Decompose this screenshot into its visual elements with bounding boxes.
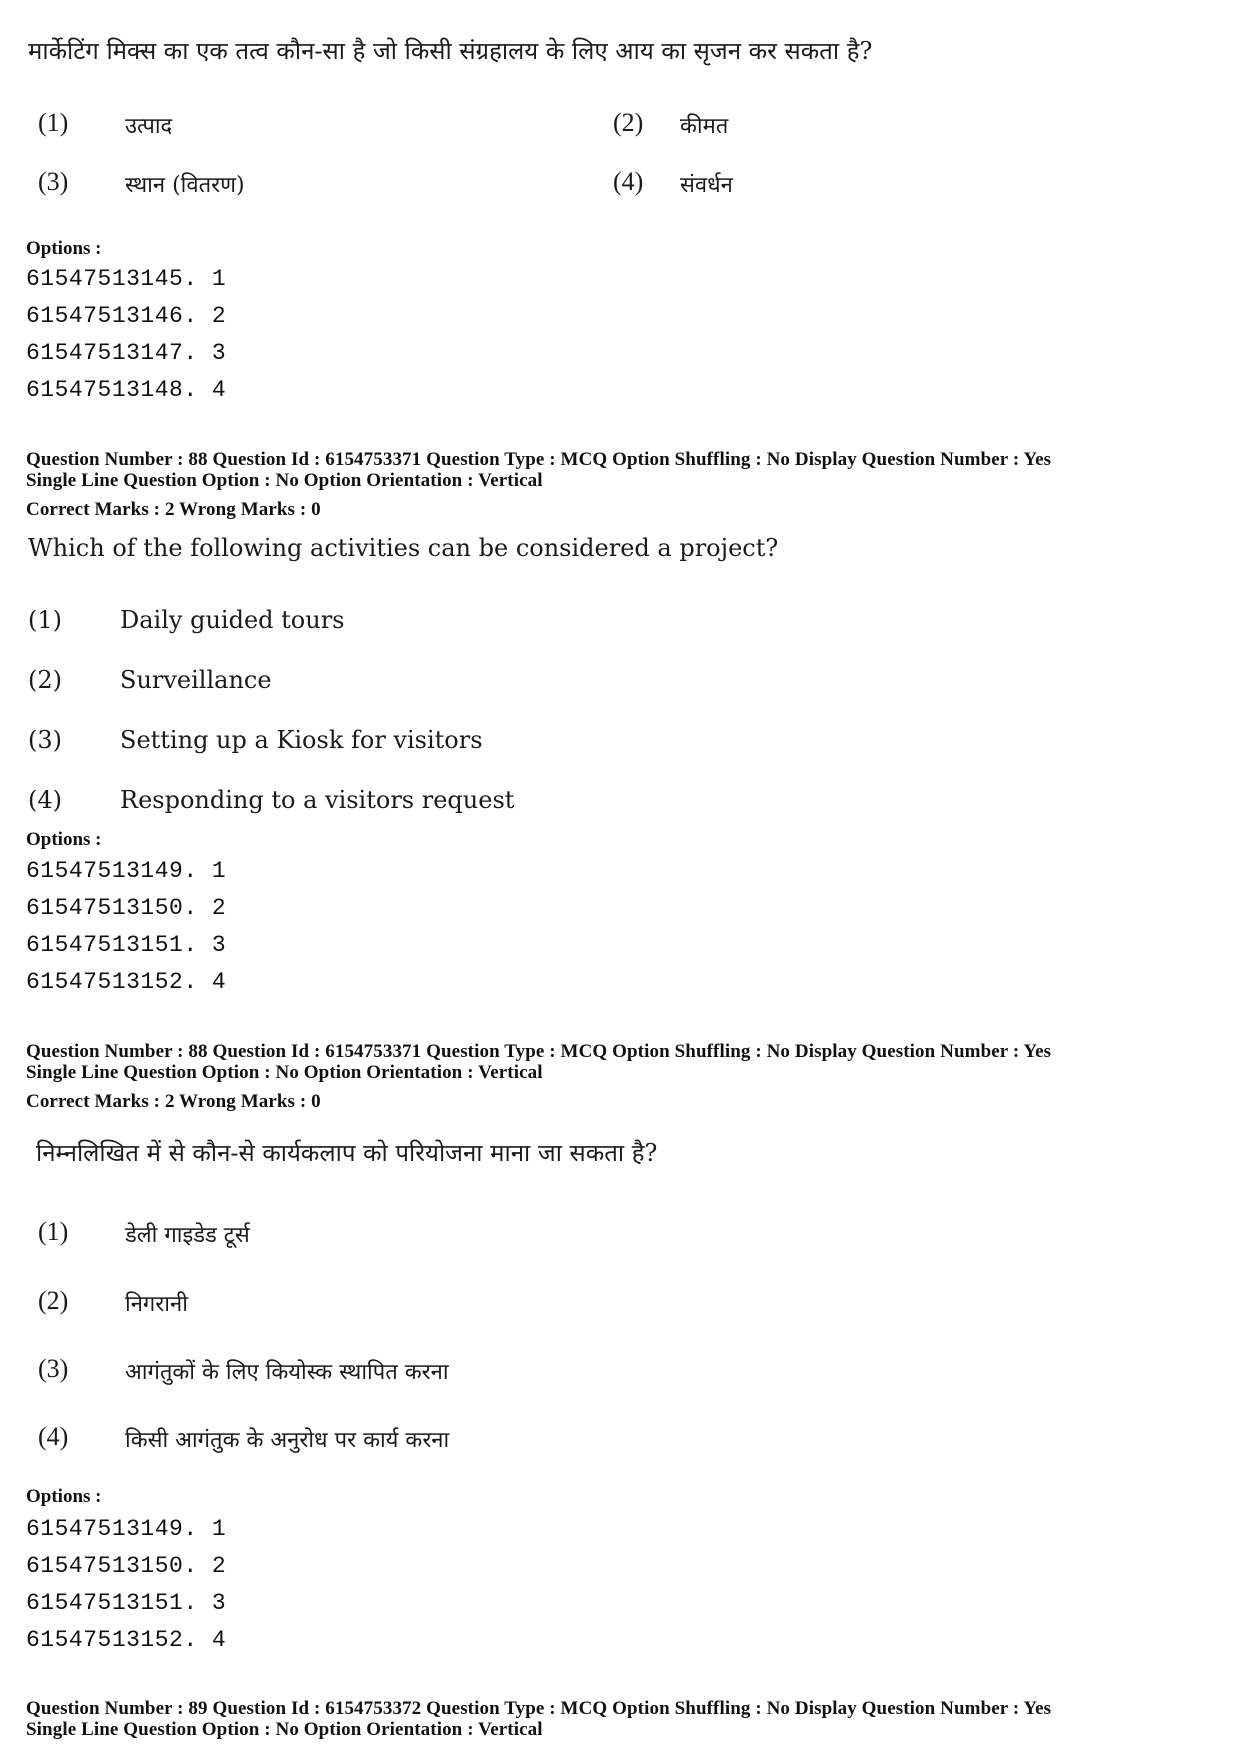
question-text: मार्केटिंग मिक्स का एक तत्व कौन-सा है जो… [28, 37, 873, 65]
option-text: निगरानी [125, 1292, 188, 1317]
option-number: (4) [38, 1422, 69, 1451]
question-marks: Correct Marks : 2 Wrong Marks : 0 [26, 1091, 321, 1112]
question-text: Which of the following activities can be… [28, 534, 779, 562]
options-label: Options : [26, 1486, 102, 1507]
option-number: (2) [28, 666, 62, 694]
question-meta-line: Single Line Question Option : No Option … [26, 1719, 543, 1740]
option-number: (3) [28, 726, 62, 754]
option-text: Responding to a visitors request [120, 786, 515, 814]
option-text: Daily guided tours [120, 606, 345, 634]
option-id: 61547513150. 2 [26, 895, 227, 921]
option-text: आगंतुकों के लिए कियोस्क स्थापित करना [125, 1360, 449, 1385]
question-meta-line: Single Line Question Option : No Option … [26, 1062, 543, 1083]
option-text: Surveillance [120, 666, 272, 694]
option-id: 61547513149. 1 [26, 1516, 227, 1542]
option-number: (2) [38, 1286, 69, 1315]
option-number: (3) [38, 1354, 69, 1383]
option-number: (1) [38, 1217, 69, 1246]
option-id: 61547513152. 4 [26, 1627, 227, 1653]
option-text: डेली गाइडेड टूर्स [125, 1223, 250, 1248]
question-meta-line: Single Line Question Option : No Option … [26, 470, 543, 491]
option-id: 61547513151. 3 [26, 932, 227, 958]
question-marks: Correct Marks : 2 Wrong Marks : 0 [26, 499, 321, 520]
option-id: 61547513147. 3 [26, 340, 227, 366]
option-id: 61547513146. 2 [26, 303, 227, 329]
option-id: 61547513145. 1 [26, 266, 227, 292]
option-text: उत्पाद [125, 114, 173, 139]
option-number: (3) [38, 167, 69, 196]
options-label: Options : [26, 829, 102, 850]
option-id: 61547513148. 4 [26, 377, 227, 403]
option-text: कीमत [680, 114, 729, 139]
option-number: (4) [613, 167, 644, 196]
option-text: संवर्धन [680, 173, 733, 198]
option-number: (1) [28, 606, 62, 634]
option-id: 61547513150. 2 [26, 1553, 227, 1579]
option-number: (2) [613, 108, 644, 137]
option-text: स्थान (वितरण) [125, 173, 245, 198]
option-text: किसी आगंतुक के अनुरोध पर कार्य करना [125, 1428, 450, 1453]
question-meta-line: Question Number : 89 Question Id : 61547… [26, 1698, 1052, 1719]
option-number: (1) [38, 108, 69, 137]
question-text: निम्नलिखित में से कौन-से कार्यकलाप को पर… [36, 1139, 658, 1167]
option-id: 61547513151. 3 [26, 1590, 227, 1616]
option-text: Setting up a Kiosk for visitors [120, 726, 483, 754]
option-id: 61547513152. 4 [26, 969, 227, 995]
option-number: (4) [28, 786, 62, 814]
option-id: 61547513149. 1 [26, 858, 227, 884]
question-meta-line: Question Number : 88 Question Id : 61547… [26, 1041, 1052, 1062]
question-meta-line: Question Number : 88 Question Id : 61547… [26, 449, 1052, 470]
options-label: Options : [26, 238, 102, 259]
